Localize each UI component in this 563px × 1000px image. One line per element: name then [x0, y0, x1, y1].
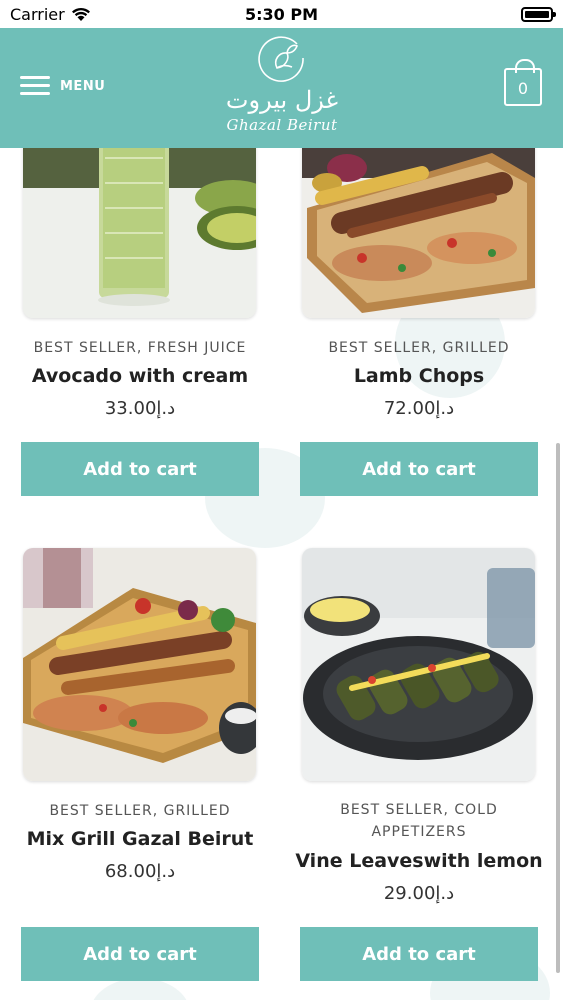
product-categories: BEST SELLER, FRESH JUICE — [33, 340, 247, 356]
product-image[interactable] — [302, 148, 535, 318]
logo-emblem-icon — [258, 36, 304, 82]
add-to-cart-button[interactable]: Add to cart — [21, 442, 259, 496]
add-to-cart-button[interactable]: Add to cart — [300, 927, 538, 981]
menu-label: MENU — [60, 78, 106, 94]
logo-arabic-text: غزل بيروت — [225, 86, 339, 114]
battery-icon — [521, 7, 556, 22]
product-categories: BEST SELLER, COLD APPETIZERS — [340, 802, 498, 840]
status-time: 5:30 PM — [244, 5, 318, 24]
add-to-cart-button[interactable]: Add to cart — [21, 927, 259, 981]
background-decoration — [90, 978, 190, 1000]
product-categories: BEST SELLER, GRILLED — [328, 340, 510, 356]
product-price: 72.00د.إ — [383, 398, 455, 419]
product-price: 68.00د.إ — [104, 861, 176, 882]
product-grid[interactable]: BEST SELLER, FRESH JUICE Avocado with cr… — [0, 148, 563, 1000]
product-name[interactable]: Lamb Chops — [292, 365, 546, 387]
product-image[interactable] — [302, 548, 535, 781]
product-name[interactable]: Avocado with cream — [13, 365, 267, 387]
scrollbar[interactable] — [556, 443, 560, 973]
hamburger-icon — [20, 76, 50, 96]
brand-logo[interactable]: غزل بيروت Ghazal Beirut — [220, 34, 344, 142]
product-categories: BEST SELLER, GRILLED — [49, 803, 231, 819]
logo-latin-text: Ghazal Beirut — [226, 116, 338, 134]
product-price: 33.00د.إ — [104, 398, 176, 419]
cart-button[interactable]: 0 — [504, 59, 542, 106]
status-bar: Carrier 5:30 PM — [0, 0, 563, 28]
app-header: MENU غزل بيروت Ghazal Beirut 0 — [0, 28, 563, 148]
product-name[interactable]: Vine Leaveswith lemon — [292, 850, 546, 872]
product-image[interactable] — [23, 548, 256, 781]
product-name[interactable]: Mix Grill Gazal Beirut — [13, 828, 267, 850]
menu-button[interactable]: MENU — [20, 76, 105, 96]
cart-count: 0 — [517, 79, 529, 98]
product-image[interactable] — [23, 148, 256, 318]
product-price: 29.00د.إ — [383, 883, 455, 904]
add-to-cart-button[interactable]: Add to cart — [300, 442, 538, 496]
